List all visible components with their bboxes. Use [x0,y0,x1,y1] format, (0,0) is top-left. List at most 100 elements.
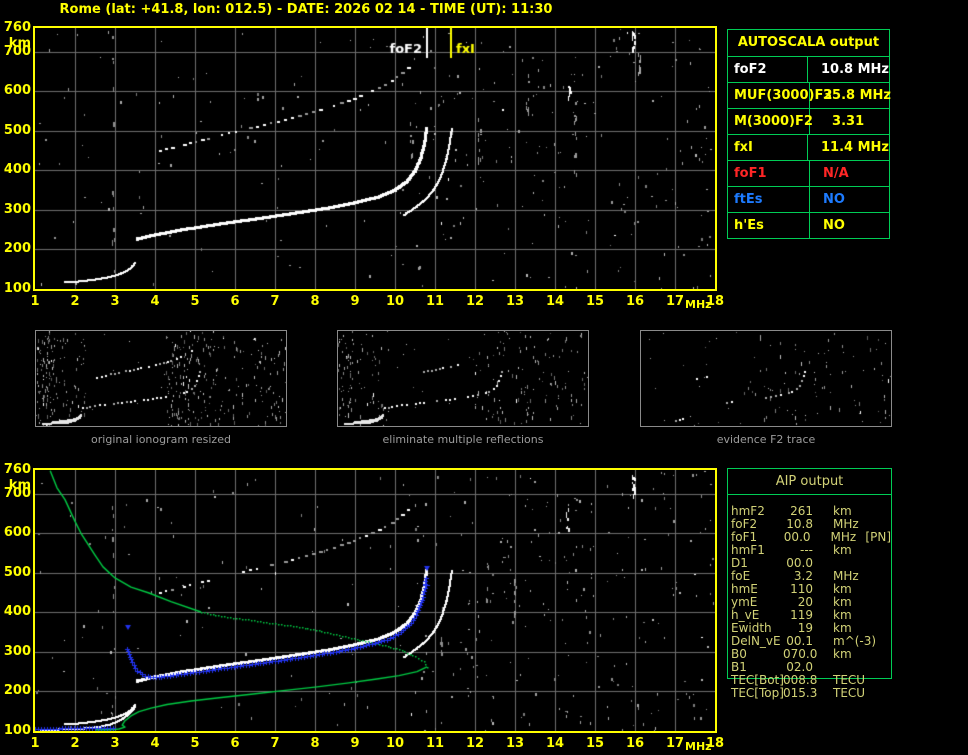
autoscala-row: h'Es NO [728,212,889,238]
aip-row: TEC[Top] 015.3 TECU [731,687,891,700]
autoscala-row-value: N/A [823,165,849,181]
top-ionogram-plot [33,26,717,291]
x-tick-label: 3 [110,736,120,751]
aip-row-value: 015.3 [783,686,818,700]
x-tick-label: 1 [30,736,40,751]
y-axis-unit-label: km [8,36,31,51]
x-tick-label: 12 [465,294,485,309]
thumbnail-original-canvas [36,331,286,426]
autoscala-row: MUF(3000)F2 35.8 MHz [728,82,891,109]
autoscala-row: M(3000)F2 3.31 [728,108,889,135]
x-tick-label: 14 [545,736,565,751]
autoscala-row: ftEs NO [728,186,889,213]
aip-output-box: AIP output hmF2 261 km foF2 10.8 MHz foF1 00.0 M… [727,468,892,700]
autoscala-row-label: foF1 [728,160,810,186]
x-tick-label: 11 [425,736,445,751]
y-tick-label: 400 [3,604,31,620]
autoscala-row-label: M(3000)F2 [728,108,813,134]
page-title: Rome (lat: +41.8, lon: 012.5) - DATE: 20… [59,2,553,17]
x-tick-label: 1 [30,294,40,309]
x-tick-label: 7 [270,294,280,309]
y-tick-label: 760 [3,20,31,35]
y-tick-label: 200 [3,241,31,257]
x-tick-label: 17 [665,294,685,309]
aip-row-unit: km [833,543,852,557]
autoscala-row: fxI 11.4 MHz [728,134,889,161]
y-tick-label: 500 [3,122,31,138]
x-tick-label: 16 [625,736,645,751]
x-tick-label: 16 [625,294,645,309]
autoscala-row-value: NO [823,191,845,207]
thumbnail-original-ionogram [35,330,287,427]
y-tick-label: 200 [3,683,31,699]
x-tick-label: 3 [110,294,120,309]
y-axis-unit-label: km [8,478,31,493]
thumbnail-eliminate-canvas [338,331,588,426]
x-tick-label: 5 [190,294,200,309]
autoscala-row: foF1 N/A [728,160,889,187]
autoscala-row-label: MUF(3000)F2 [728,82,832,108]
y-tick-label: 760 [3,462,31,477]
x-tick-label: 4 [150,736,160,751]
y-tick-label: 400 [3,162,31,178]
autoscala-row-value: 10.8 MHz [821,61,889,77]
x-axis-unit-label: MHz [685,298,712,311]
x-tick-label: 10 [385,294,405,309]
thumbnail-evidence-canvas [641,331,891,426]
x-tick-label: 15 [585,294,605,309]
autoscala-row-label: foF2 [728,56,809,82]
bottom-ionogram-plot [33,468,717,733]
x-axis-unit-label: MHz [685,740,712,753]
autoscala-table-header: AUTOSCALA output [728,30,889,57]
x-tick-label: 5 [190,736,200,751]
top-ionogram-canvas [35,28,715,289]
autoscala-row-value: 3.31 [823,113,865,129]
x-tick-label: 4 [150,294,160,309]
thumbnail-caption-eliminate: eliminate multiple reflections [382,433,544,446]
autoscala-row-value: 11.4 MHz [821,139,889,155]
autoscala-row: foF2 10.8 MHz [728,56,889,83]
autoscala-output-table: AUTOSCALA output foF2 10.8 MHz MUF(3000)F2… [727,29,891,239]
thumbnail-evidence-f2 [640,330,892,427]
x-tick-label: 2 [70,294,80,309]
autoscala-row-value: NO [823,217,845,233]
x-tick-label: 12 [465,736,485,751]
x-tick-label: 8 [310,736,320,751]
x-tick-label: 9 [350,736,360,751]
x-tick-label: 2 [70,736,80,751]
aip-box-header: AIP output [728,469,891,495]
y-tick-label: 500 [3,564,31,580]
autoscala-table-rows: foF2 10.8 MHz MUF(3000)F2 35.8 MHz M(3000)F2… [728,56,891,238]
x-tick-label: 15 [585,736,605,751]
aip-row-unit: km [833,647,852,661]
thumbnail-eliminate-reflections [337,330,589,427]
y-tick-label: 100 [3,281,31,296]
x-tick-label: 10 [385,736,405,751]
x-tick-label: 7 [270,736,280,751]
x-tick-label: 9 [350,294,360,309]
aip-row-extra: [PN] [865,530,891,544]
x-tick-label: 13 [505,736,525,751]
y-tick-label: 300 [3,201,31,217]
autoscala-ionogram-screen: Rome (lat: +41.8, lon: 012.5) - DATE: 20… [0,0,968,755]
x-tick-label: 6 [230,736,240,751]
aip-row-unit: TECU [833,686,866,700]
autoscala-row-value: 35.8 MHz [823,87,891,103]
y-tick-label: 300 [3,643,31,659]
autoscala-row-label: h'Es [728,212,810,238]
x-tick-label: 17 [665,736,685,751]
aip-row-label: TEC[Top] [731,686,784,700]
x-tick-label: 11 [425,294,445,309]
thumbnail-caption-evidence: evidence F2 trace [716,433,816,446]
x-tick-label: 8 [310,294,320,309]
x-tick-label: 14 [545,294,565,309]
thumbnail-caption-original: original ionogram resized [91,433,231,446]
y-tick-label: 100 [3,723,31,738]
autoscala-row-label: ftEs [728,186,810,212]
y-tick-label: 600 [3,83,31,99]
aip-rows: hmF2 261 km foF2 10.8 MHz foF1 00.0 MHz [PN] hmF1… [731,505,891,700]
bottom-ionogram-canvas [35,470,715,731]
autoscala-row-label: fxI [728,134,809,160]
x-tick-label: 13 [505,294,525,309]
x-tick-label: 6 [230,294,240,309]
